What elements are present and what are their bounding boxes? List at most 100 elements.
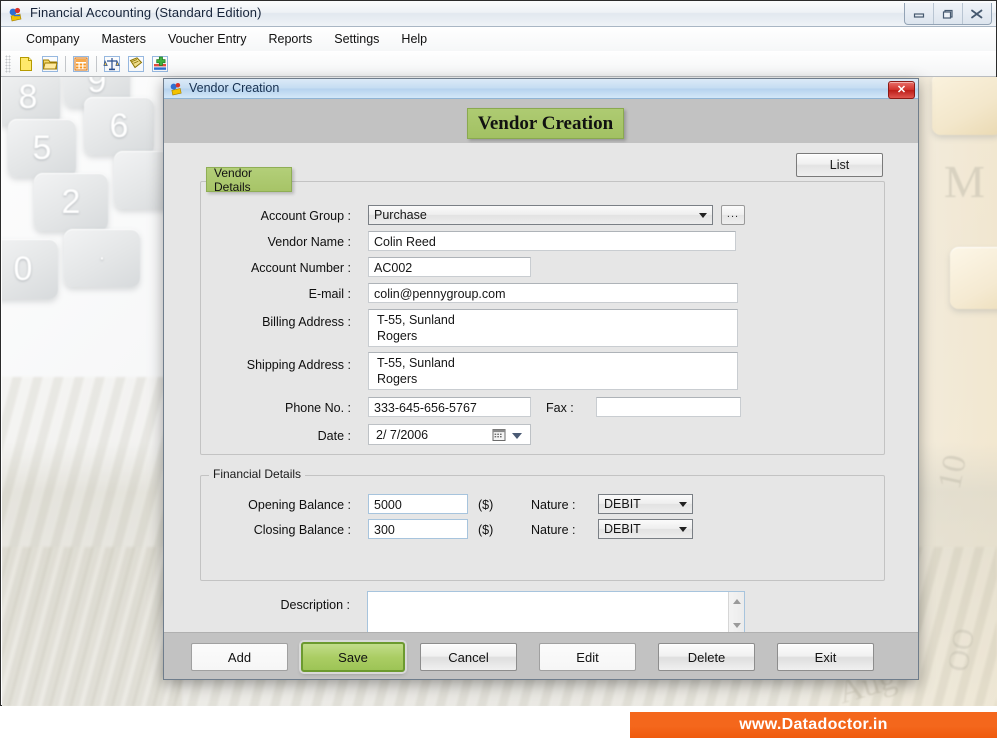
save-button[interactable]: Save [301,642,405,672]
ledger-book-icon[interactable] [124,53,148,75]
calculator-key-right-2 [950,247,997,309]
calculator-key-6: 6 [84,97,154,155]
dialog-button-bar: Add Save Cancel Edit Delete Exit [164,632,918,679]
menu-item-help[interactable]: Help [390,29,438,49]
account-group-value: Purchase [374,208,427,222]
calculator-key-right-1 [932,77,997,135]
toolbar-separator [65,55,66,72]
closing-nature-value: DEBIT [604,522,641,536]
background-glyph-m: M [944,156,985,207]
billing-address-input[interactable]: T-55, Sunland Rogers [368,309,738,347]
cancel-button[interactable]: Cancel [420,643,517,671]
description-label: Description : [280,598,350,612]
vendor-name-label: Vendor Name : [267,235,351,249]
closing-nature-label: Nature : [531,523,576,537]
account-group-label: Account Group : [260,209,351,223]
opening-balance-label: Opening Balance : [248,498,351,512]
account-number-label: Account Number : [250,261,351,275]
open-folder-icon[interactable] [38,53,62,75]
add-record-icon[interactable] [148,53,172,75]
date-value: 2/ 7/2006 [376,428,429,442]
menubar: Company Masters Voucher Entry Reports Se… [1,27,996,51]
menu-item-voucher-entry[interactable]: Voucher Entry [157,29,258,49]
calculator-key-8: 8 [2,77,60,125]
menu-item-company[interactable]: Company [15,29,91,49]
opening-nature-value: DEBIT [604,497,641,511]
closing-balance-unit: ($) [478,523,494,537]
list-button[interactable]: List [796,153,883,177]
menu-item-settings[interactable]: Settings [323,29,390,49]
chevron-down-icon [679,527,687,532]
menu-item-masters[interactable]: Masters [91,29,157,49]
vendor-creation-dialog: Vendor Creation ✕ Vendor Creation List V… [163,78,919,680]
closing-balance-input[interactable]: 300 [368,519,468,539]
opening-nature-select[interactable]: DEBIT [598,494,693,514]
toolbar [1,51,996,77]
date-label: Date : [317,429,351,443]
website-url: www.Datadoctor.in [739,716,888,733]
dialog-title: Vendor Creation [189,81,280,95]
dialog-app-icon [169,81,184,96]
shipping-address-label: Shipping Address : [246,358,351,372]
account-number-input[interactable]: AC002 [368,257,531,277]
delete-button[interactable]: Delete [658,643,755,671]
dialog-form-area: List Vendor Details Account Group : Purc… [164,143,918,636]
opening-balance-unit: ($) [478,498,494,512]
edit-button[interactable]: Edit [539,643,636,671]
calculator-key-dot: · [64,229,140,287]
email-label: E-mail : [308,287,351,301]
calculator-key-2: 2 [34,173,108,231]
restore-button[interactable] [933,3,962,24]
description-textarea[interactable] [367,591,745,636]
toolbar-separator [96,55,97,72]
date-picker[interactable]: 2/ 7/2006 [368,424,531,445]
window-controls [904,3,992,25]
calculator-icon[interactable] [69,53,93,75]
closing-nature-select[interactable]: DEBIT [598,519,693,539]
fax-input[interactable] [596,397,741,417]
website-banner: www.Datadoctor.in [630,712,997,738]
minimize-button[interactable] [905,3,933,24]
account-group-browse-button[interactable]: ... [721,205,745,225]
dialog-body: Vendor Creation List Vendor Details Acco… [164,99,918,679]
vendor-details-group: Vendor Details Account Group : Purchase … [200,166,885,455]
dialog-heading-banner: Vendor Creation [164,99,918,143]
closing-balance-label: Closing Balance : [253,523,351,537]
menu-item-reports[interactable]: Reports [257,29,323,49]
footer: www.Datadoctor.in [0,706,997,738]
chevron-down-icon[interactable] [512,433,522,439]
account-group-select[interactable]: Purchase [368,205,713,225]
billing-address-label: Billing Address : [262,315,351,329]
calculator-key-5: 5 [8,119,76,177]
close-button[interactable] [962,3,991,24]
chevron-down-icon [679,502,687,507]
opening-balance-input[interactable]: 5000 [368,494,468,514]
main-titlebar: Financial Accounting (Standard Edition) [1,1,996,27]
dialog-titlebar[interactable]: Vendor Creation ✕ [164,79,918,99]
opening-nature-label: Nature : [531,498,576,512]
shipping-address-input[interactable]: T-55, Sunland Rogers [368,352,738,390]
dialog-close-button[interactable]: ✕ [888,81,915,99]
scroll-down-icon[interactable] [733,623,741,628]
scroll-up-icon[interactable] [733,599,741,604]
description-scrollbar[interactable] [728,592,744,635]
toolbar-grip[interactable] [5,54,11,73]
vendor-name-input[interactable]: Colin Reed [368,231,736,251]
calendar-icon [492,428,506,442]
new-document-icon[interactable] [14,53,38,75]
exit-button[interactable]: Exit [777,643,874,671]
balance-scales-icon[interactable] [100,53,124,75]
app-title: Financial Accounting (Standard Edition) [30,5,262,20]
vendor-details-legend[interactable]: Vendor Details [206,166,292,194]
phone-label: Phone No. : [284,401,351,415]
add-button[interactable]: Add [191,643,288,671]
email-input[interactable]: colin@pennygroup.com [368,283,738,303]
financial-details-legend: Financial Details [209,467,306,481]
phone-input[interactable]: 333-645-656-5767 [368,397,531,417]
calculator-key-0: 0 [2,239,58,299]
screen: Financial Accounting (Standard Edition) [0,0,997,738]
page-title: Vendor Creation [467,108,624,139]
app-icon [8,6,24,22]
financial-details-group: Financial Details Opening Balance : 5000… [200,467,885,581]
chevron-down-icon [699,213,707,218]
